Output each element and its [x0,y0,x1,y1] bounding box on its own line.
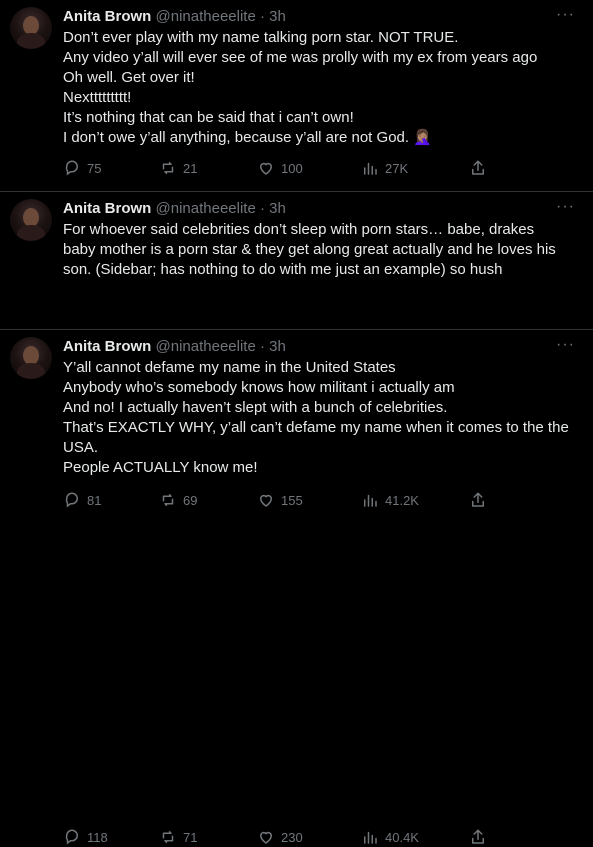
tweet[interactable]: Anita Brown @ninatheeelite · 3h ··· Don’… [0,0,593,192]
author-handle[interactable]: @ninatheeelite [156,200,256,217]
reply-button[interactable]: 75 [63,158,101,178]
avatar-body [17,33,45,49]
avatar[interactable] [10,199,52,241]
reply-button[interactable]: 118 [63,827,108,847]
more-icon[interactable]: ··· [556,6,575,24]
author-name[interactable]: Anita Brown [63,200,151,217]
avatar-body [17,225,45,241]
action-bar: 118 71 230 40.4K [63,827,563,847]
more-icon[interactable]: ··· [556,198,575,216]
views-count: 27K [385,160,409,176]
heart-icon [259,831,273,844]
views-button[interactable]: 40.4K [361,827,419,847]
retweet-count: 71 [183,829,198,845]
views-icon [364,831,377,844]
reply-count: 118 [87,829,108,845]
views-icon [364,162,377,175]
tweet[interactable]: Anita Brown @ninatheeelite · 3h ··· For … [0,192,593,508]
retweet-button[interactable]: 21 [159,158,197,178]
tweet-header: Anita Brown @ninatheeelite · 3h [63,8,286,26]
tweet-text: Don’t ever play with my name talking por… [63,29,538,146]
author-handle[interactable]: @ninatheeelite [156,8,256,25]
retweet-count: 21 [183,160,198,176]
author-handle[interactable]: @ninatheeelite [156,338,256,355]
separator-dot: · [260,8,265,25]
avatar[interactable] [10,337,52,379]
timestamp[interactable]: 3h [269,8,286,25]
like-count: 230 [281,829,303,845]
reply-count: 75 [87,160,102,176]
share-button[interactable] [469,827,487,847]
share-icon [472,160,484,175]
tweet-header: Anita Brown @ninatheeelite · 3h [63,200,286,218]
like-count: 100 [281,160,303,176]
heart-icon [259,162,273,175]
author-name[interactable]: Anita Brown [63,8,151,25]
avatar-body [17,363,45,379]
reply-icon [65,160,78,176]
more-icon[interactable]: ··· [556,336,575,354]
like-button[interactable]: 230 [257,827,303,847]
views-button[interactable]: 27K [361,158,408,178]
tweet-text: Y’all cannot defame my name in the Unite… [63,359,569,476]
avatar[interactable] [10,7,52,49]
retweet-button[interactable]: 71 [159,827,197,847]
share-icon [472,829,484,844]
retweet-icon [162,831,174,843]
separator-dot: · [260,338,265,355]
timestamp[interactable]: 3h [269,338,286,355]
reply-icon [65,829,78,845]
retweet-icon [162,162,174,174]
views-count: 40.4K [385,829,419,845]
action-bar: 75 21 100 27K [63,158,563,178]
separator-dot: · [260,200,265,217]
author-name[interactable]: Anita Brown [63,338,151,355]
tweet-header: Anita Brown @ninatheeelite · 3h [63,338,286,356]
like-button[interactable]: 100 [257,158,303,178]
timestamp[interactable]: 3h [269,200,286,217]
tweet[interactable]: Anita Brown @ninatheeelite · 3h ··· Y’al… [0,330,593,845]
share-button[interactable] [469,158,487,178]
tweet-text: For whoever said celebrities don’t sleep… [63,221,556,278]
